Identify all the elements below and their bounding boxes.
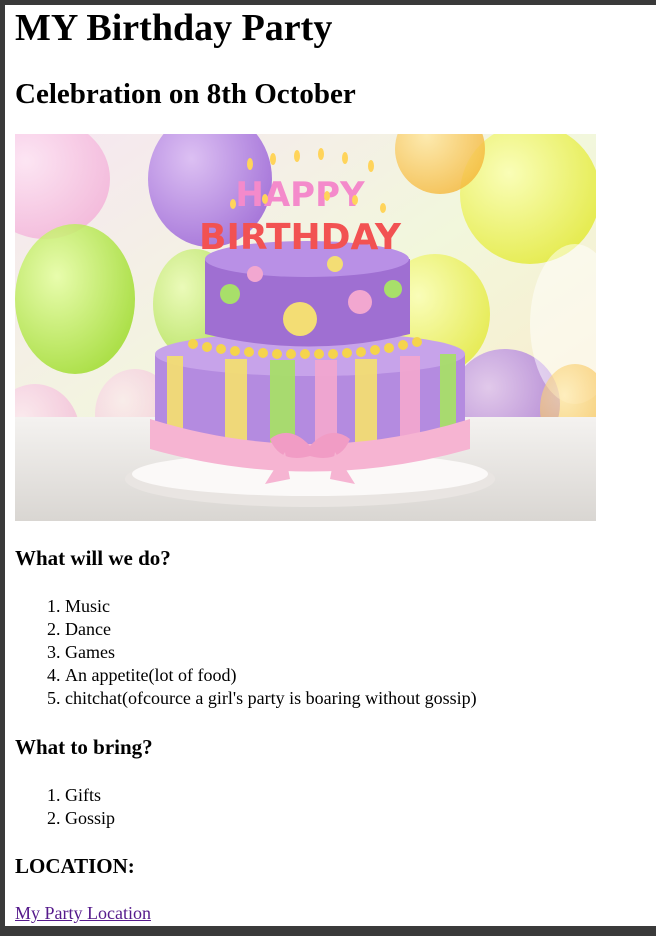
list-item: Gifts bbox=[65, 784, 115, 807]
cake-topper-happy: HAPPY bbox=[235, 175, 365, 215]
list-item: Music bbox=[65, 595, 477, 618]
bring-heading: What to bring? bbox=[15, 735, 153, 759]
list-item: chitchat(ofcource a girl's party is boar… bbox=[65, 687, 477, 710]
bring-list: Gifts Gossip bbox=[15, 784, 115, 830]
list-item: Gossip bbox=[65, 807, 115, 830]
party-location-link[interactable]: My Party Location bbox=[15, 902, 151, 925]
page-subtitle: Celebration on 8th October bbox=[15, 78, 356, 110]
list-item: Dance bbox=[65, 618, 477, 641]
birthday-cake-image: HAPPY BIRTHDAY bbox=[15, 134, 596, 521]
activities-list: Music Dance Games An appetite(lot of foo… bbox=[15, 595, 477, 710]
page-title: MY Birthday Party bbox=[15, 7, 333, 49]
location-heading: LOCATION: bbox=[15, 854, 135, 878]
page: MY Birthday Party Celebration on 8th Oct… bbox=[5, 5, 656, 926]
cake-topper-birthday: BIRTHDAY bbox=[199, 217, 402, 258]
list-item: An appetite(lot of food) bbox=[65, 664, 477, 687]
list-item: Games bbox=[65, 641, 477, 664]
activities-heading: What will we do? bbox=[15, 546, 171, 570]
